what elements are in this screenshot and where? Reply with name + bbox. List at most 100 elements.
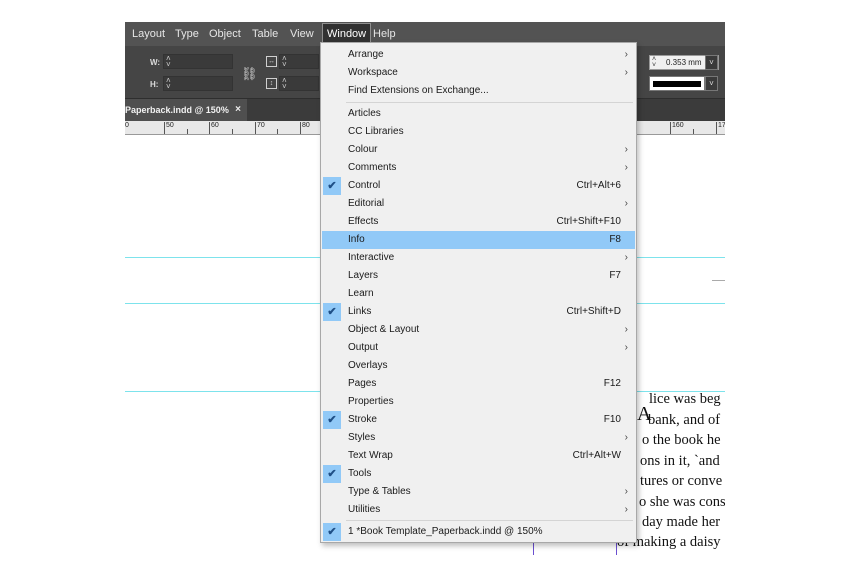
constrain-proportions-chain-icon[interactable]: ⛓ bbox=[241, 66, 258, 82]
width-stepper-icon[interactable]: ˄ ˅ bbox=[166, 55, 171, 69]
menu-item-label: Utilities bbox=[348, 504, 381, 515]
menu-item-output[interactable]: Output › bbox=[322, 339, 635, 357]
height-stepper-icon[interactable]: ˄ ˅ bbox=[166, 77, 171, 91]
body-text-line: o she was cons bbox=[639, 494, 725, 510]
menu-item-control[interactable]: ✔ Control Ctrl+Alt+6 bbox=[322, 177, 635, 195]
scale-y-stepper-icon[interactable]: ˄ ˅ bbox=[282, 77, 287, 91]
ruler-tick bbox=[187, 129, 188, 134]
checkmark-icon: ✔ bbox=[323, 303, 341, 321]
menu-item-articles[interactable]: Articles bbox=[322, 105, 635, 123]
menu-item-interactive[interactable]: Interactive › bbox=[322, 249, 635, 267]
menu-item-editorial[interactable]: Editorial › bbox=[322, 195, 635, 213]
menu-item-label: Overlays bbox=[348, 360, 388, 371]
menu-item-label: Editorial bbox=[348, 198, 385, 209]
menu-item-properties[interactable]: Properties bbox=[322, 393, 635, 411]
menu-item-label: Interactive bbox=[348, 252, 395, 263]
ruler-tick bbox=[300, 122, 301, 134]
menu-item-text-wrap[interactable]: Text Wrap Ctrl+Alt+W bbox=[322, 447, 635, 465]
scale-y-icon: ↕ bbox=[266, 78, 277, 89]
menu-item-effects[interactable]: Effects Ctrl+Shift+F10 bbox=[322, 213, 635, 231]
checkmark-icon: ✔ bbox=[323, 465, 341, 483]
menu-item-label: Properties bbox=[348, 396, 394, 407]
menu-item-label: Pages bbox=[348, 378, 377, 389]
menu-item-utilities[interactable]: Utilities › bbox=[322, 501, 635, 519]
body-text-line: day made her bbox=[642, 514, 721, 530]
menu-item-styles[interactable]: Styles › bbox=[322, 429, 635, 447]
menu-item-layers[interactable]: Layers F7 bbox=[322, 267, 635, 285]
menu-item-label: Styles bbox=[348, 432, 376, 443]
menu-item-label: Tools bbox=[348, 468, 372, 479]
menu-item-comments[interactable]: Comments › bbox=[322, 159, 635, 177]
menu-item-label: Articles bbox=[348, 108, 381, 119]
ruler-label: 0 bbox=[125, 122, 129, 129]
width-label: W: bbox=[150, 58, 161, 67]
menu-item-shortcut: F7 bbox=[609, 270, 621, 281]
menu-item-arrange[interactable]: Arrange › bbox=[322, 46, 635, 64]
menu-item-label: Links bbox=[348, 306, 372, 317]
stroke-weight-stepper-icon[interactable]: ˄ ˅ bbox=[652, 56, 656, 69]
stroke-type-sample[interactable] bbox=[649, 76, 705, 91]
body-text-line: ons in it, `and bbox=[640, 453, 720, 469]
submenu-arrow-icon: › bbox=[624, 252, 628, 263]
height-field[interactable] bbox=[163, 76, 233, 91]
menu-item-pages[interactable]: Pages F12 bbox=[322, 375, 635, 393]
ruler-tick bbox=[670, 122, 671, 134]
stroke-type-dropdown-icon[interactable]: ˅ bbox=[705, 76, 718, 91]
menu-item-type-tables[interactable]: Type & Tables › bbox=[322, 483, 635, 501]
submenu-arrow-icon: › bbox=[624, 486, 628, 497]
ruler-label: 80 bbox=[302, 122, 310, 129]
menu-item-cc-libraries[interactable]: CC Libraries bbox=[322, 123, 635, 141]
submenu-arrow-icon: › bbox=[624, 324, 628, 335]
menu-item-shortcut: Ctrl+Alt+W bbox=[572, 450, 621, 461]
close-tab-icon[interactable]: × bbox=[235, 99, 241, 121]
body-text-line: lice was beg bbox=[649, 391, 721, 407]
menu-item-object-layout[interactable]: Object & Layout › bbox=[322, 321, 635, 339]
menu-item-shortcut: F10 bbox=[603, 414, 621, 425]
menu-item-links[interactable]: ✔ Links Ctrl+Shift+D bbox=[322, 303, 635, 321]
menu-item-shortcut: Ctrl+Alt+6 bbox=[576, 180, 621, 191]
stroke-weight-dropdown-icon[interactable]: ˅ bbox=[705, 55, 718, 70]
submenu-arrow-icon: › bbox=[624, 198, 628, 209]
scale-x-stepper-icon[interactable]: ˄ ˅ bbox=[282, 55, 287, 69]
menu-item-info[interactable]: Info F8 bbox=[322, 231, 635, 249]
menu-item-tools[interactable]: ✔ Tools bbox=[322, 465, 635, 483]
menu-item-label: CC Libraries bbox=[348, 126, 404, 137]
ruler-label: 17 bbox=[718, 122, 725, 129]
menu-layout[interactable]: Layout bbox=[132, 22, 165, 46]
width-field[interactable] bbox=[163, 54, 233, 69]
menu-separator bbox=[346, 520, 633, 521]
menu-item-label: Layers bbox=[348, 270, 379, 281]
menu-item-label: Object & Layout bbox=[348, 324, 420, 335]
menu-item-label: Find Extensions on Exchange... bbox=[348, 85, 489, 96]
menu-object[interactable]: Object bbox=[209, 22, 241, 46]
menu-item-learn[interactable]: Learn bbox=[322, 285, 635, 303]
menu-item-stroke[interactable]: ✔ Stroke F10 bbox=[322, 411, 635, 429]
menu-view[interactable]: View bbox=[290, 22, 314, 46]
menu-item-colour[interactable]: Colour › bbox=[322, 141, 635, 159]
menu-item-shortcut: Ctrl+Shift+F10 bbox=[556, 216, 621, 227]
body-text-line: bank, and of bbox=[648, 412, 721, 428]
submenu-arrow-icon: › bbox=[624, 342, 628, 353]
menu-item-find-extensions[interactable]: Find Extensions on Exchange... bbox=[322, 82, 635, 100]
menu-item-open-document[interactable]: ✔ 1 *Book Template_Paperback.indd @ 150% bbox=[322, 523, 635, 541]
menu-item-workspace[interactable]: Workspace › bbox=[322, 64, 635, 82]
document-tab[interactable]: Paperback.indd @ 150% × bbox=[125, 99, 247, 121]
height-label: H: bbox=[150, 80, 159, 89]
menu-item-overlays[interactable]: Overlays bbox=[322, 357, 635, 375]
checkmark-icon: ✔ bbox=[323, 523, 341, 541]
menu-item-label: Comments bbox=[348, 162, 397, 173]
menu-item-label: 1 *Book Template_Paperback.indd @ 150% bbox=[348, 526, 543, 537]
menu-item-label: Effects bbox=[348, 216, 379, 227]
ruler-label: 70 bbox=[257, 122, 265, 129]
submenu-arrow-icon: › bbox=[624, 432, 628, 443]
ruler-label: 50 bbox=[166, 122, 174, 129]
menu-item-label: Arrange bbox=[348, 49, 384, 60]
menu-item-shortcut: Ctrl+Shift+D bbox=[566, 306, 621, 317]
text-frame-edge bbox=[712, 280, 725, 281]
menu-item-label: Stroke bbox=[348, 414, 377, 425]
body-text-line: o the book he bbox=[642, 432, 721, 448]
submenu-arrow-icon: › bbox=[624, 49, 628, 60]
menu-type[interactable]: Type bbox=[175, 22, 199, 46]
ruler-tick bbox=[209, 122, 210, 134]
menu-table[interactable]: Table bbox=[252, 22, 278, 46]
